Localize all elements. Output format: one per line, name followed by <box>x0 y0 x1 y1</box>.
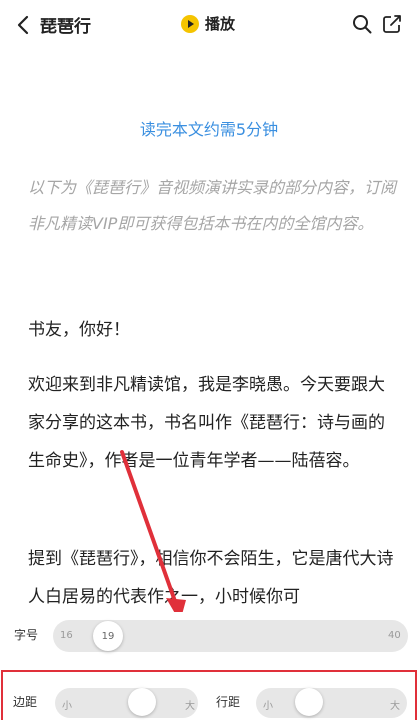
paragraph: 提到《琵琶行》，相信你不会陌生，它是唐代大诗人白居易的代表作之一，小时候你可 <box>28 549 394 607</box>
line-spacing-label: 行距 <box>216 695 241 709</box>
margin-large-label: 大 <box>185 701 195 712</box>
play-label: 播放 <box>205 15 236 33</box>
play-icon <box>181 14 199 33</box>
search-icon[interactable] <box>351 13 373 35</box>
intro-text: 以下为《琵琶行》音视频演讲实录的部分内容，订阅非凡精读VIP即可获得包括本书在内… <box>28 178 397 233</box>
line-spacing-knob[interactable] <box>295 688 323 716</box>
margin-slider[interactable] <box>55 688 198 718</box>
reading-time: 读完本文约需5分钟 <box>139 120 279 139</box>
paragraph: 欢迎来到非凡精读馆，我是李晓愚。今天要跟大家分享的这本书，书名叫作《琵琶行：诗与… <box>28 375 385 471</box>
back-icon[interactable] <box>12 12 36 38</box>
line-spacing-slider[interactable] <box>256 688 407 718</box>
margin-label: 边距 <box>13 695 38 709</box>
line-spacing-small-label: 小 <box>263 701 273 712</box>
play-button[interactable]: 播放 <box>181 13 235 34</box>
share-icon[interactable] <box>381 13 403 35</box>
line-spacing-large-label: 大 <box>390 701 400 712</box>
paragraph: 书友，你好！ <box>28 320 130 340</box>
font-size-current: 19 <box>101 630 115 642</box>
font-size-label: 字号 <box>14 628 39 642</box>
page-title: 琵琶行 <box>40 17 91 37</box>
font-size-max: 40 <box>388 630 401 641</box>
font-size-knob[interactable]: 19 <box>93 621 123 651</box>
font-size-min: 16 <box>60 630 73 641</box>
margin-small-label: 小 <box>62 701 72 712</box>
margin-knob[interactable] <box>128 688 156 716</box>
top-bar: 琵琶行 播放 <box>0 0 418 50</box>
